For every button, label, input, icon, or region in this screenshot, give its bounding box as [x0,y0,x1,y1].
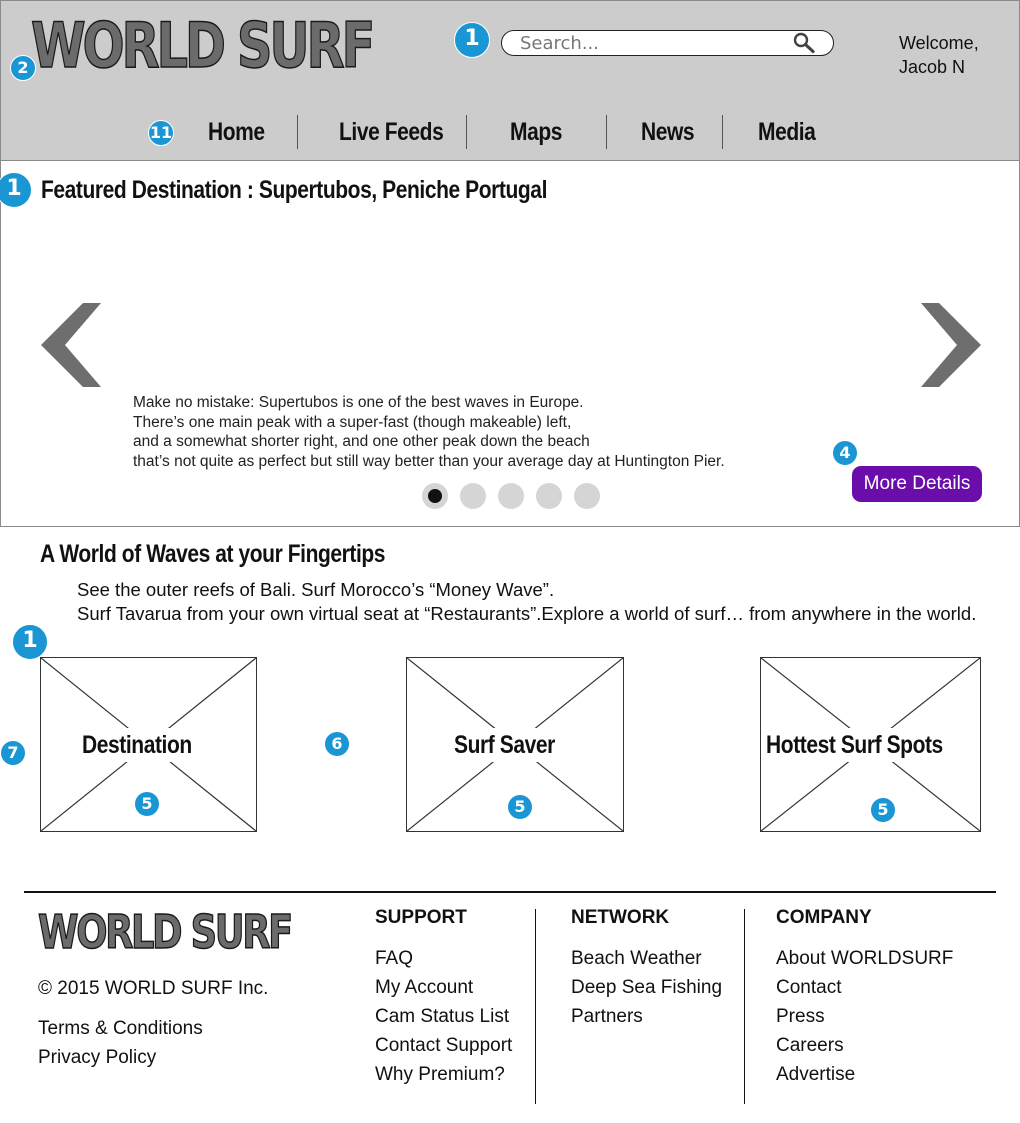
privacy-link[interactable]: Privacy Policy [38,1043,203,1072]
carousel-dot[interactable] [574,483,600,509]
company-heading: COMPANY [776,907,872,928]
annotation-marker: 7 [0,740,26,766]
annotation-marker: 5 [507,794,533,820]
welcome-message: Welcome, Jacob N [899,31,979,79]
nav-divider [722,115,723,149]
card-label: Hottest Surf Spots [761,728,948,762]
footer-divider [24,891,996,893]
network-heading: NETWORK [571,907,670,928]
chevron-left-icon[interactable] [39,303,103,387]
carousel-dot-active[interactable] [422,483,448,509]
footer-link-beach-weather[interactable]: Beach Weather [571,944,722,973]
footer-logo[interactable]: WORLD SURF [37,905,293,959]
carousel-dot[interactable] [460,483,486,509]
featured-title: Featured Destination : Supertubos, Penic… [41,176,547,204]
featured-description: Make no mistake: Supertubos is one of th… [133,393,773,471]
featured-carousel: Featured Destination : Supertubos, Penic… [0,160,1020,527]
chevron-right-icon[interactable] [919,303,983,387]
description-line: There’s one main peak with a super-fast … [133,413,572,431]
search-icon[interactable] [792,32,816,54]
footer-link-careers[interactable]: Careers [776,1031,953,1060]
annotation-marker: 5 [134,791,160,817]
more-details-button[interactable]: More Details [852,466,982,502]
nav-item-news[interactable]: News [641,113,695,151]
search-bar[interactable] [501,30,834,56]
footer-link-about[interactable]: About WORLDSURF [776,944,953,973]
user-name[interactable]: Jacob N [899,55,979,79]
legal-links: Terms & Conditions Privacy Policy [38,1014,203,1072]
footer-link-advertise[interactable]: Advertise [776,1060,953,1089]
annotation-marker: 1 [12,624,48,660]
footer-link-cam-status[interactable]: Cam Status List [375,1002,512,1031]
footer-link-contact[interactable]: Contact [776,973,953,1002]
annotation-marker: 2 [10,55,36,81]
footer-column-divider [744,909,745,1104]
terms-link[interactable]: Terms & Conditions [38,1014,203,1043]
nav-divider [466,115,467,149]
annotation-marker: 4 [832,440,858,466]
welcome-greeting: Welcome, [899,33,979,53]
copyright-text: © 2015 WORLD SURF Inc. [38,978,269,999]
annotation-marker: 6 [324,731,350,757]
section-title: A World of Waves at your Fingertips [40,540,386,568]
nav-item-home[interactable]: Home [208,113,265,151]
footer-link-why-premium[interactable]: Why Premium? [375,1060,512,1089]
site-logo[interactable]: WORLD SURF [30,10,376,82]
card-label: Destination [77,728,197,762]
carousel-dot[interactable] [536,483,562,509]
support-heading: SUPPORT [375,907,467,928]
footer-link-faq[interactable]: FAQ [375,944,512,973]
footer-company-column: COMPANY About WORLDSURF Contact Press Ca… [776,906,953,1089]
footer-link-contact-support[interactable]: Contact Support [375,1031,512,1060]
description-line: See the outer reefs of Bali. Surf Morocc… [77,579,555,600]
nav-item-media[interactable]: Media [758,113,816,151]
card-label: Surf Saver [448,728,560,762]
nav-item-maps[interactable]: Maps [510,113,562,151]
footer-link-deep-sea-fishing[interactable]: Deep Sea Fishing [571,973,722,1002]
annotation-marker: 5 [870,797,896,823]
footer-link-press[interactable]: Press [776,1002,953,1031]
footer-network-column: NETWORK Beach Weather Deep Sea Fishing P… [571,906,722,1031]
carousel-dot[interactable] [498,483,524,509]
nav-item-live-feeds[interactable]: Live Feeds [339,113,444,151]
description-line: and a somewhat shorter right, and one ot… [133,433,590,450]
footer-column-divider [535,909,536,1104]
footer-link-my-account[interactable]: My Account [375,973,512,1002]
annotation-marker: 1 [454,22,490,58]
nav-divider [297,115,298,149]
description-line: Make no mistake: Supertubos is one of th… [133,394,584,411]
nav-divider [606,115,607,149]
search-input[interactable] [520,33,790,53]
section-description: See the outer reefs of Bali. Surf Morocc… [77,578,976,626]
footer-support-column: SUPPORT FAQ My Account Cam Status List C… [375,906,512,1089]
description-line: that’s not quite as perfect but still wa… [133,452,725,470]
footer-link-partners[interactable]: Partners [571,1002,722,1031]
description-line: Surf Tavarua from your own virtual seat … [77,603,977,624]
annotation-marker: 11 [148,120,174,146]
